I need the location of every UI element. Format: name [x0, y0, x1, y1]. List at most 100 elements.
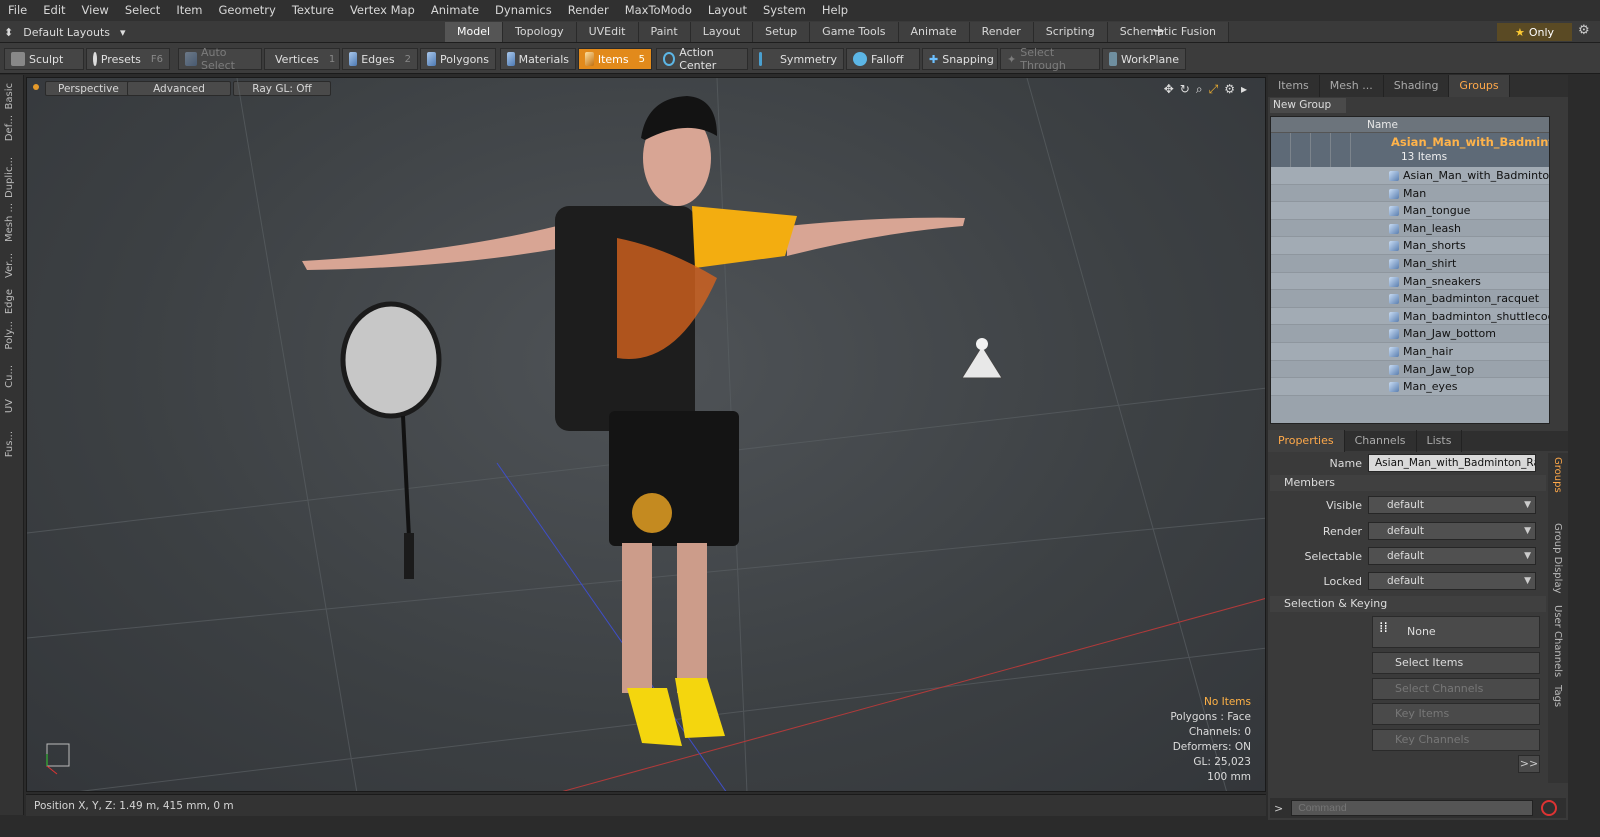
- tab-render[interactable]: Render: [969, 22, 1034, 42]
- tree-item[interactable]: Man_leash: [1271, 220, 1549, 238]
- menu-render[interactable]: Render: [560, 0, 617, 21]
- name-field[interactable]: Asian_Man_with_Badminton_Racquet: [1368, 454, 1536, 472]
- tab-uvedit[interactable]: UVEdit: [576, 22, 639, 42]
- eye-icon[interactable]: [1271, 133, 1291, 167]
- left-tab-4[interactable]: Ver...: [4, 253, 15, 278]
- symmetry-button[interactable]: Symmetry: [752, 48, 844, 70]
- tab-game-tools[interactable]: Game Tools: [810, 22, 899, 42]
- menu-edit[interactable]: Edit: [35, 0, 73, 21]
- more-button[interactable]: >>: [1518, 755, 1540, 773]
- only-toggle[interactable]: ★ Only: [1497, 23, 1572, 41]
- snapping-button[interactable]: ✚ Snapping: [922, 48, 998, 70]
- tree-item[interactable]: Man_badminton_racquet: [1271, 290, 1549, 308]
- menu-texture[interactable]: Texture: [284, 0, 342, 21]
- tab-paint[interactable]: Paint: [638, 22, 691, 42]
- tab-setup[interactable]: Setup: [753, 22, 811, 42]
- record-icon[interactable]: [1541, 800, 1558, 816]
- menu-view[interactable]: View: [74, 0, 117, 21]
- tree-item[interactable]: Man_Jaw_top: [1271, 361, 1549, 379]
- workplane-button[interactable]: WorkPlane: [1102, 48, 1186, 70]
- left-tab-5[interactable]: Edge: [4, 289, 15, 314]
- menu-dynamics[interactable]: Dynamics: [487, 0, 560, 21]
- new-group-button[interactable]: New Group: [1270, 98, 1346, 113]
- tree-item[interactable]: Man_badminton_shuttlecock: [1271, 307, 1549, 326]
- menu-help[interactable]: Help: [814, 0, 856, 21]
- left-tab-6[interactable]: Poly...: [4, 321, 15, 350]
- side-tab-user-channels[interactable]: User Channels: [1552, 605, 1563, 677]
- locked-select[interactable]: default ▼: [1368, 572, 1536, 590]
- tree-item[interactable]: Man_shorts: [1271, 237, 1549, 255]
- selectable-select[interactable]: default ▼: [1368, 547, 1536, 565]
- edges-button[interactable]: Edges 2: [342, 48, 418, 70]
- tree-item[interactable]: Man_shirt: [1271, 255, 1549, 273]
- tree-item[interactable]: Man: [1271, 185, 1549, 203]
- tab-topology[interactable]: Topology: [503, 22, 577, 42]
- lock-icon[interactable]: [1311, 133, 1331, 167]
- key-channels-button[interactable]: Key Channels: [1372, 729, 1540, 751]
- menu-vertex-map[interactable]: Vertex Map: [342, 0, 423, 21]
- auto-select-button[interactable]: Auto Select: [178, 46, 262, 72]
- tab-animate[interactable]: Animate: [898, 22, 970, 42]
- tree-item[interactable]: Man_Jaw_bottom: [1271, 325, 1549, 343]
- tree-item[interactable]: Man_tongue: [1271, 202, 1549, 220]
- tree-item[interactable]: Asian_Man_with_Badminton_Racquet: [1271, 167, 1549, 185]
- select-items-button[interactable]: Select Items: [1372, 652, 1540, 674]
- panel-tab-groups[interactable]: Groups: [1449, 75, 1510, 97]
- tab-layout[interactable]: Layout: [690, 22, 754, 42]
- layout-select[interactable]: ⬍ Default Layouts ▾: [4, 23, 164, 41]
- gear-icon[interactable]: ⚙: [1578, 23, 1590, 38]
- panel-tab-items[interactable]: Items: [1268, 75, 1320, 97]
- menu-geometry[interactable]: Geometry: [211, 0, 284, 21]
- menu-animate[interactable]: Animate: [423, 0, 487, 21]
- render-select[interactable]: default ▼: [1368, 522, 1536, 540]
- left-tab-8[interactable]: UV: [4, 399, 15, 413]
- side-tab-groups[interactable]: Groups: [1552, 457, 1563, 493]
- left-tab-0[interactable]: Basic: [4, 83, 15, 109]
- group-row[interactable]: Asian_Man_with_Badminton_Racquet 13 Item…: [1271, 133, 1549, 167]
- select-through-button[interactable]: ✦ Select Through: [1000, 46, 1100, 72]
- menu-select[interactable]: Select: [117, 0, 168, 21]
- left-tab-2[interactable]: Duplic...: [4, 157, 15, 198]
- tab-scripting[interactable]: Scripting: [1033, 22, 1108, 42]
- menu-maxtomodo[interactable]: MaxToModo: [617, 0, 700, 21]
- menu-file[interactable]: File: [0, 0, 35, 21]
- tree-item[interactable]: Man_hair: [1271, 342, 1549, 361]
- props-tab-properties[interactable]: Properties: [1268, 430, 1345, 452]
- menu-system[interactable]: System: [755, 0, 814, 21]
- left-tab-9[interactable]: Fus...: [4, 431, 15, 457]
- select-channels-button[interactable]: Select Channels: [1372, 678, 1540, 700]
- props-tab-channels[interactable]: Channels: [1345, 430, 1417, 452]
- selection-keying-section[interactable]: Selection & Keying: [1270, 596, 1546, 612]
- vertices-button[interactable]: Vertices 1: [264, 48, 340, 70]
- side-tab-tags[interactable]: Tags: [1552, 685, 1563, 707]
- tab-model[interactable]: Model: [445, 22, 504, 42]
- tab-schematic-fusion[interactable]: Schematic Fusion: [1107, 22, 1230, 42]
- falloff-button[interactable]: Falloff: [846, 48, 920, 70]
- tree-item[interactable]: Man_sneakers: [1271, 272, 1549, 291]
- left-tab-3[interactable]: Mesh ...: [4, 203, 15, 242]
- menu-layout[interactable]: Layout: [700, 0, 755, 21]
- panel-tab-shading[interactable]: Shading: [1384, 75, 1450, 97]
- tree-item[interactable]: Man_eyes: [1271, 378, 1549, 396]
- visible-select[interactable]: default ▼: [1368, 496, 1536, 514]
- none-button[interactable]: ⁞⁞ None: [1372, 616, 1540, 648]
- action-center-button[interactable]: Action Center: [656, 46, 748, 72]
- render-icon[interactable]: [1291, 133, 1311, 167]
- 3d-viewport[interactable]: Perspective Advanced Ray GL: Off ✥ ↻ ⌕ ⤢…: [26, 77, 1266, 792]
- key-items-button[interactable]: Key Items: [1372, 703, 1540, 725]
- items-button[interactable]: Items 5: [578, 48, 652, 70]
- side-tab-group-display[interactable]: Group Display: [1552, 523, 1563, 593]
- materials-button[interactable]: Materials: [500, 48, 576, 70]
- polygons-button[interactable]: Polygons: [420, 48, 496, 70]
- command-input[interactable]: [1291, 800, 1534, 816]
- presets-button[interactable]: Presets F6: [86, 48, 170, 70]
- panel-tab-mesh[interactable]: Mesh ...: [1320, 75, 1384, 97]
- menu-item[interactable]: Item: [168, 0, 210, 21]
- select-icon[interactable]: [1331, 133, 1351, 167]
- left-tab-7[interactable]: Cu...: [4, 365, 15, 388]
- left-tab-1[interactable]: Def...: [4, 115, 15, 141]
- members-section[interactable]: Members: [1270, 475, 1546, 491]
- props-tab-lists[interactable]: Lists: [1417, 430, 1463, 452]
- add-tab-icon[interactable]: +: [1152, 21, 1165, 40]
- sculpt-button[interactable]: Sculpt: [4, 48, 84, 70]
